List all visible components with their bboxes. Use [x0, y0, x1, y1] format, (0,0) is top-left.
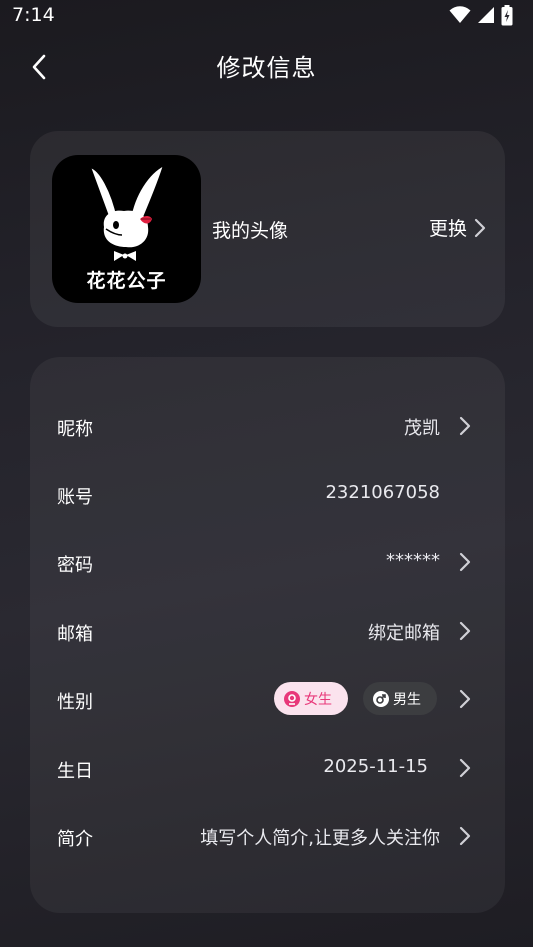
bio-label: 简介 [57, 829, 93, 850]
chevron-right-icon [459, 826, 471, 846]
birthday-value: 2025-11-15 [323, 756, 428, 777]
password-row[interactable]: 密码 ****** [30, 537, 505, 587]
chevron-right-icon [474, 218, 486, 237]
male-icon [373, 690, 389, 707]
account-value: 2321067058 [325, 482, 440, 503]
avatar[interactable]: 花花公子 [52, 155, 201, 303]
avatar-card[interactable]: 花花公子 我的头像 更换 [30, 131, 505, 327]
chevron-right-icon [459, 689, 471, 709]
email-row[interactable]: 邮箱 绑定邮箱 [30, 606, 505, 656]
chevron-right-icon [459, 416, 471, 436]
header: 修改信息 [0, 36, 533, 96]
password-label: 密码 [57, 555, 93, 576]
gender-female-label: 女生 [304, 691, 332, 708]
chevron-right-icon [459, 758, 471, 778]
email-value: 绑定邮箱 [368, 623, 440, 644]
status-icons [449, 4, 513, 26]
gender-female-option[interactable]: 女生 [274, 682, 348, 715]
chevron-right-icon [459, 552, 471, 572]
gender-male-label: 男生 [393, 691, 421, 708]
account-label: 账号 [57, 487, 93, 508]
email-label: 邮箱 [57, 624, 93, 645]
nickname-row[interactable]: 昵称 茂凯 [30, 401, 505, 451]
nickname-value: 茂凯 [404, 418, 440, 439]
gender-male-option[interactable]: 男生 [363, 682, 437, 715]
battery-icon [501, 4, 513, 25]
account-row: 账号 2321067058 [30, 469, 505, 519]
female-icon [284, 690, 300, 707]
change-avatar-label: 更换 [428, 218, 467, 240]
gender-label: 性别 [57, 692, 93, 713]
avatar-logo-text: 花花公子 [86, 270, 167, 292]
gender-row: 性别 女生 男生 [30, 674, 505, 724]
status-bar: 7:14 [0, 0, 533, 30]
signal-icon [478, 7, 494, 23]
profile-info-card: 昵称 茂凯 账号 2321067058 密码 ****** 邮箱 绑定邮箱 性别 [30, 357, 505, 913]
nickname-label: 昵称 [57, 419, 93, 440]
birthday-label: 生日 [57, 761, 93, 782]
password-value: ****** [386, 550, 440, 571]
birthday-row[interactable]: 生日 2025-11-15 [30, 743, 505, 793]
bio-row[interactable]: 简介 填写个人简介,让更多人关注你 [30, 811, 505, 861]
wifi-icon [449, 6, 471, 23]
status-time: 7:14 [12, 4, 55, 26]
avatar-label: 我的头像 [212, 220, 289, 242]
change-avatar-button[interactable]: 更换 [429, 214, 487, 241]
bio-value: 填写个人简介,让更多人关注你 [200, 828, 440, 849]
page-title: 修改信息 [216, 54, 317, 82]
chevron-right-icon [459, 621, 471, 641]
